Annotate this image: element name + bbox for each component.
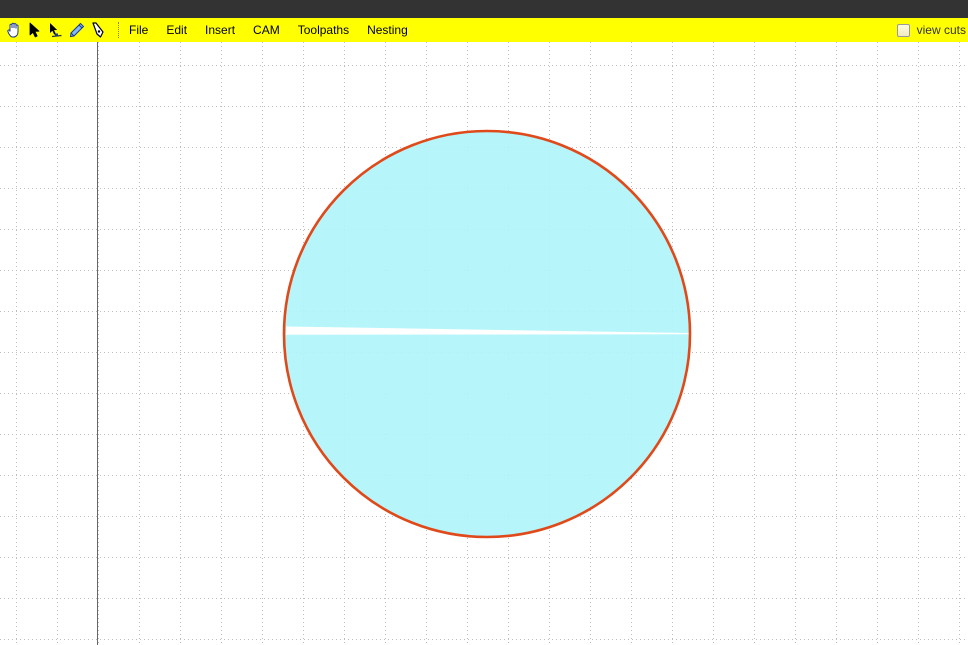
pencil-tool[interactable] bbox=[66, 18, 87, 42]
pan-tool[interactable] bbox=[3, 18, 24, 42]
canvas-background bbox=[0, 42, 968, 645]
view-cuts-label: view cuts bbox=[916, 23, 966, 37]
title-bar bbox=[0, 0, 968, 18]
pencil-icon bbox=[69, 22, 84, 38]
menu-nesting[interactable]: Nesting bbox=[358, 18, 417, 42]
circle-outline[interactable] bbox=[282, 129, 692, 539]
menu-toolpaths[interactable]: Toolpaths bbox=[289, 18, 358, 42]
drawing-canvas[interactable] bbox=[0, 42, 968, 645]
node-pointer-icon bbox=[49, 23, 62, 38]
menu-cam[interactable]: CAM bbox=[244, 18, 289, 42]
toolbar: File Edit Insert CAM Toolpaths Nesting v… bbox=[0, 18, 968, 42]
pen-tool[interactable] bbox=[87, 18, 108, 42]
edit-nodes-tool[interactable] bbox=[45, 18, 66, 42]
menu-file[interactable]: File bbox=[129, 18, 157, 42]
menu-bar: File Edit Insert CAM Toolpaths Nesting bbox=[129, 18, 417, 42]
view-cuts-checkbox[interactable] bbox=[896, 23, 910, 37]
hand-icon bbox=[6, 22, 18, 38]
toolbar-separator bbox=[118, 22, 119, 38]
menu-insert[interactable]: Insert bbox=[196, 18, 244, 42]
select-tool[interactable] bbox=[24, 18, 45, 42]
tool-group bbox=[0, 18, 108, 42]
menu-edit[interactable]: Edit bbox=[157, 18, 196, 42]
view-cuts-toggle[interactable]: view cuts bbox=[896, 18, 966, 42]
circle-seam-gap bbox=[286, 326, 690, 335]
pen-nib-icon bbox=[91, 22, 104, 38]
canvas-drawing bbox=[0, 42, 968, 645]
circle-fill bbox=[284, 131, 690, 537]
arrow-pointer-icon bbox=[29, 22, 39, 38]
grid-horizontal-lines bbox=[0, 42, 968, 645]
grid-vertical-lines bbox=[0, 42, 968, 645]
app-window: File Edit Insert CAM Toolpaths Nesting v… bbox=[0, 0, 968, 645]
circle-shape[interactable] bbox=[282, 129, 692, 539]
